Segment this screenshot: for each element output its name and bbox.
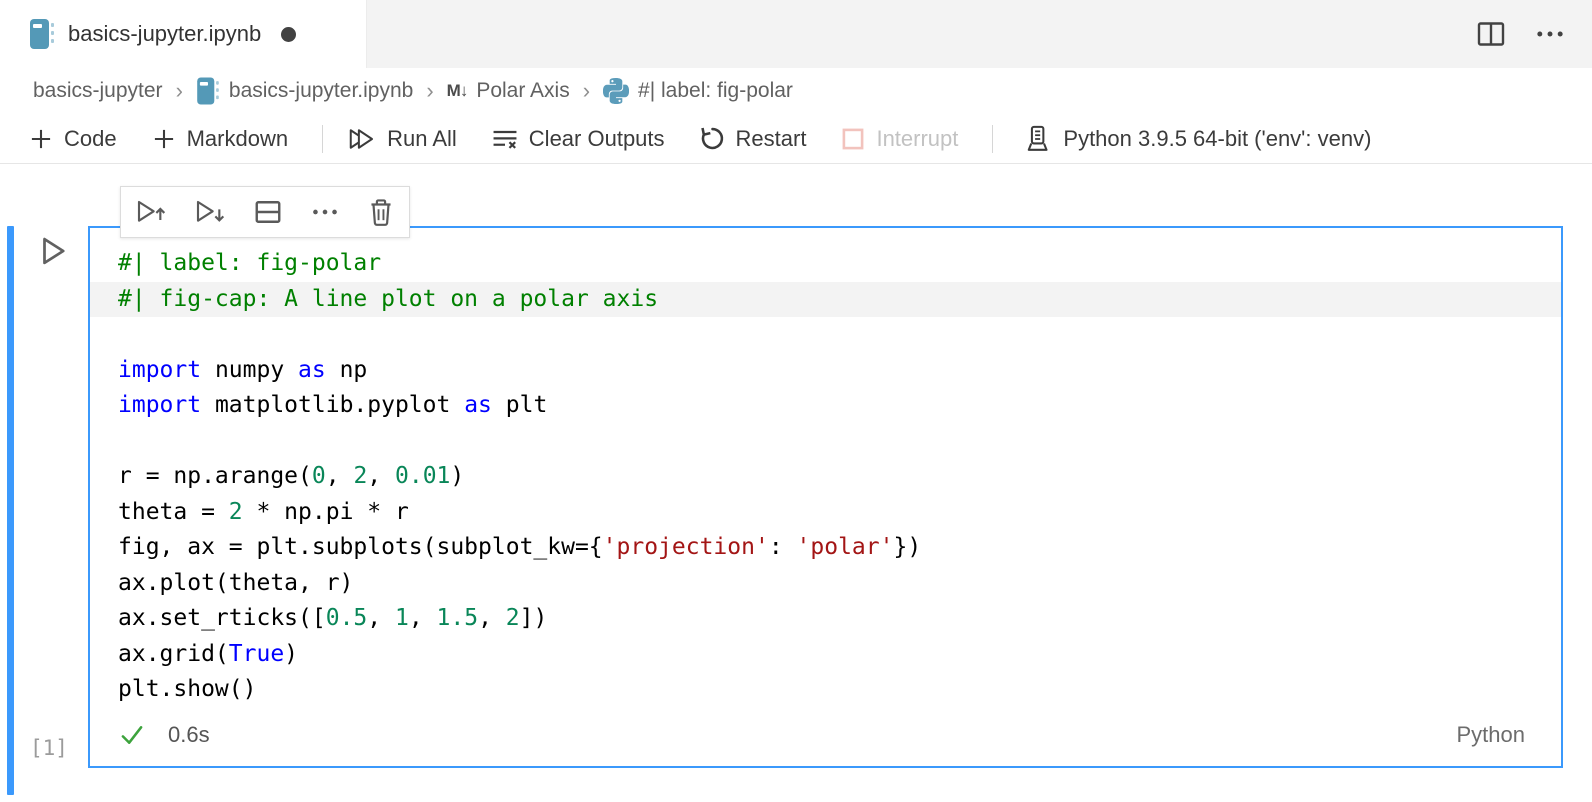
clear-outputs-label: Clear Outputs xyxy=(529,126,665,152)
run-above-icon xyxy=(135,197,167,227)
code-line[interactable]: import numpy as np xyxy=(90,353,1561,389)
clear-outputs-button[interactable]: Clear Outputs xyxy=(491,126,665,152)
interrupt-label: Interrupt xyxy=(876,126,958,152)
ellipsis-icon xyxy=(310,197,340,227)
toolbar-divider xyxy=(992,125,993,153)
run-below-icon xyxy=(194,197,226,227)
run-cell-button[interactable] xyxy=(36,234,70,268)
breadcrumb-file[interactable]: basics-jupyter.ipynb xyxy=(196,76,413,106)
code-line[interactable]: import matplotlib.pyplot as plt xyxy=(90,388,1561,424)
plus-icon xyxy=(151,126,177,152)
code-line[interactable]: fig, ax = plt.subplots(subplot_kw={'proj… xyxy=(90,530,1561,566)
restart-button[interactable]: Restart xyxy=(699,125,807,152)
kernel-icon xyxy=(1023,124,1051,154)
code-line[interactable]: ax.grid(True) xyxy=(90,637,1561,673)
restart-label: Restart xyxy=(736,126,807,152)
split-editor-icon[interactable] xyxy=(1476,19,1506,49)
restart-icon xyxy=(699,125,726,152)
code-line[interactable] xyxy=(90,317,1561,353)
interrupt-icon xyxy=(840,126,866,152)
breadcrumb-section[interactable]: M↓ Polar Axis xyxy=(447,79,570,103)
markdown-icon: M↓ xyxy=(447,81,468,101)
run-all-button[interactable]: Run All xyxy=(347,126,457,152)
tab-title: basics-jupyter.ipynb xyxy=(68,21,261,47)
code-line[interactable]: #| fig-cap: A line plot on a polar axis xyxy=(90,282,1561,318)
python-icon xyxy=(603,78,629,104)
add-code-cell-button[interactable]: Code xyxy=(28,126,117,152)
cell-toolbar xyxy=(120,186,410,238)
code-line[interactable]: #| label: fig-polar xyxy=(90,246,1561,282)
breadcrumb: basics-jupyter › basics-jupyter.ipynb › … xyxy=(0,68,1592,114)
notebook-icon xyxy=(197,78,219,105)
cell-status-bar: 0.6s Python xyxy=(90,710,1561,766)
chevron-right-icon: › xyxy=(174,78,185,104)
code-lines[interactable]: #| label: fig-polar#| fig-cap: A line pl… xyxy=(90,228,1561,708)
add-markdown-cell-button[interactable]: Markdown xyxy=(151,126,288,152)
play-icon xyxy=(36,234,70,268)
interrupt-button[interactable]: Interrupt xyxy=(840,126,958,152)
split-cell-icon xyxy=(253,197,283,227)
chevron-right-icon: › xyxy=(581,78,592,104)
run-all-label: Run All xyxy=(387,126,457,152)
breadcrumb-folder[interactable]: basics-jupyter xyxy=(33,79,163,103)
notebook-editor: [1] #| label: fig-polar#| fig-cap: A lin… xyxy=(0,164,1592,802)
more-actions-icon[interactable] xyxy=(1534,19,1566,49)
chevron-right-icon: › xyxy=(424,78,435,104)
code-line[interactable] xyxy=(90,424,1561,460)
execution-duration: 0.6s xyxy=(168,722,210,748)
breadcrumb-label: basics-jupyter.ipynb xyxy=(229,79,413,103)
code-line[interactable]: r = np.arange(0, 2, 0.01) xyxy=(90,459,1561,495)
execution-count: [1] xyxy=(30,736,68,760)
delete-cell-button[interactable] xyxy=(367,197,395,227)
notebook-file-icon xyxy=(30,19,54,49)
execute-above-button[interactable] xyxy=(135,197,167,227)
code-line[interactable]: theta = 2 * np.pi * r xyxy=(90,495,1561,531)
clear-outputs-icon xyxy=(491,126,519,152)
notebook-toolbar: Code Markdown Run All Clear Outputs Rest… xyxy=(0,114,1592,164)
add-code-label: Code xyxy=(64,126,117,152)
kernel-picker[interactable]: Python 3.9.5 64-bit ('env': venv) xyxy=(1023,124,1371,154)
breadcrumb-label: Polar Axis xyxy=(476,79,569,103)
more-actions-button[interactable] xyxy=(310,197,340,227)
trash-icon xyxy=(367,197,395,227)
code-line[interactable]: ax.plot(theta, r) xyxy=(90,566,1561,602)
add-markdown-label: Markdown xyxy=(187,126,288,152)
language-picker[interactable]: Python xyxy=(1457,722,1526,748)
modified-dot-icon xyxy=(281,27,296,42)
tab-bar: basics-jupyter.ipynb xyxy=(0,0,1592,68)
breadcrumb-cell[interactable]: #| label: fig-polar xyxy=(603,78,793,104)
run-all-icon xyxy=(347,126,377,152)
code-cell: #| label: fig-polar#| fig-cap: A line pl… xyxy=(88,226,1563,768)
code-line[interactable]: plt.show() xyxy=(90,672,1561,708)
success-check-icon xyxy=(118,721,146,749)
breadcrumb-label: basics-jupyter xyxy=(33,79,163,103)
breadcrumb-label: #| label: fig-polar xyxy=(638,79,793,103)
tab-basics-jupyter[interactable]: basics-jupyter.ipynb xyxy=(0,0,367,68)
plus-icon xyxy=(28,126,54,152)
cell-focus-bar xyxy=(7,226,14,795)
kernel-label: Python 3.9.5 64-bit ('env': venv) xyxy=(1063,126,1371,152)
code-line[interactable]: ax.set_rticks([0.5, 1, 1.5, 2]) xyxy=(90,601,1561,637)
toolbar-divider xyxy=(322,125,323,153)
split-cell-button[interactable] xyxy=(253,197,283,227)
execute-below-button[interactable] xyxy=(194,197,226,227)
